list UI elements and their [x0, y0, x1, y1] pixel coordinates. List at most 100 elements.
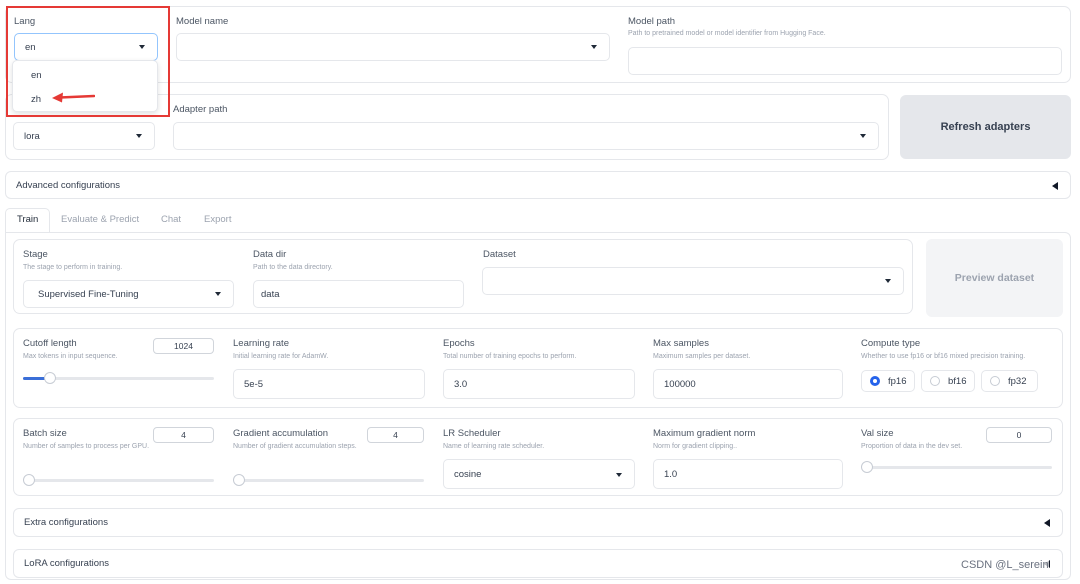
batch-size-slider[interactable] [23, 474, 214, 486]
gradient-accumulation-number[interactable]: 4 [367, 427, 424, 443]
batch-size-label: Batch size [23, 428, 67, 439]
model-path-input[interactable] [628, 47, 1062, 75]
dataset-label: Dataset [483, 249, 516, 260]
stage-label: Stage [23, 249, 48, 260]
cutoff-length-slider-fill [23, 377, 46, 380]
tab-evaluate-predict[interactable]: Evaluate & Predict [61, 214, 139, 225]
batch-size-block: Batch size Number of samples to process … [16, 421, 222, 493]
advanced-configurations-label: Advanced configurations [16, 179, 121, 191]
epochs-block: Epochs Total number of training epochs t… [436, 331, 642, 405]
val-size-description: Proportion of data in the dev set. [861, 443, 963, 450]
gradient-accumulation-slider-thumb[interactable] [233, 474, 245, 486]
compute-type-radio-fp16[interactable]: fp16 [861, 370, 915, 392]
gradient-accumulation-block: Gradient accumulation Number of gradient… [226, 421, 432, 493]
stage-description: The stage to perform in training. [23, 264, 123, 271]
compute-type-block: Compute type Whether to use fp16 or bf16… [854, 331, 1060, 405]
max-grad-norm-block: Maximum gradient norm Norm for gradient … [646, 421, 850, 493]
lr-scheduler-select[interactable]: cosine [443, 459, 635, 489]
radio-unselected-icon [990, 376, 1000, 386]
red-highlight-box [6, 6, 170, 117]
lora-configurations-label: LoRA configurations [24, 558, 110, 569]
max-samples-block: Max samples Maximum samples per dataset.… [646, 331, 850, 405]
val-size-block: Val size Proportion of data in the dev s… [854, 421, 1060, 493]
extra-configurations-label: Extra configurations [24, 517, 108, 528]
compute-type-radio-bf16[interactable]: bf16 [921, 370, 975, 392]
max-grad-norm-description: Norm for gradient clipping.. [653, 443, 738, 450]
finetuning-method-select[interactable]: lora [13, 122, 155, 150]
radio-unselected-icon [930, 376, 940, 386]
gradient-accumulation-description: Number of gradient accumulation steps. [233, 443, 357, 450]
stage-block: Stage The stage to perform in training. … [16, 242, 240, 312]
model-path-description: Path to pretrained model or model identi… [628, 30, 826, 37]
gradient-accumulation-slider[interactable] [233, 474, 424, 486]
lr-scheduler-description: Name of learning rate scheduler. [443, 443, 545, 450]
model-name-block: Model name [170, 9, 618, 79]
compute-type-description: Whether to use fp16 or bf16 mixed precis… [861, 353, 1026, 360]
tab-train[interactable]: Train [17, 214, 38, 225]
adapter-path-select[interactable] [173, 122, 879, 150]
extra-configurations-accordion[interactable]: Extra configurations [13, 508, 1063, 537]
compute-type-option-label: fp32 [1008, 375, 1027, 387]
collapse-triangle-icon [1052, 182, 1058, 190]
learning-rate-block: Learning rate Initial learning rate for … [226, 331, 432, 405]
adapter-path-block: Adapter path [166, 97, 886, 157]
chevron-down-icon [860, 134, 866, 138]
adapter-path-label: Adapter path [173, 104, 228, 115]
max-samples-description: Maximum samples per dataset. [653, 353, 751, 360]
val-size-number[interactable]: 0 [986, 427, 1052, 443]
data-dir-description: Path to the data directory. [253, 264, 333, 271]
lr-scheduler-block: LR Scheduler Name of learning rate sched… [436, 421, 642, 493]
model-path-block: Model path Path to pretrained model or m… [622, 9, 1068, 79]
val-size-slider-thumb[interactable] [861, 461, 873, 473]
refresh-adapters-button[interactable]: Refresh adapters [900, 95, 1071, 159]
batch-size-slider-thumb[interactable] [23, 474, 35, 486]
model-name-select[interactable] [176, 33, 610, 61]
stage-select[interactable]: Supervised Fine-Tuning [23, 280, 234, 308]
compute-type-radio-fp32[interactable]: fp32 [981, 370, 1038, 392]
chevron-down-icon [616, 473, 622, 477]
watermark: CSDN @L_serein [961, 559, 1049, 571]
cutoff-length-block: Cutoff length Max tokens in input sequen… [16, 331, 222, 405]
cutoff-length-label: Cutoff length [23, 338, 77, 349]
learning-rate-input[interactable]: 5e-5 [233, 369, 425, 399]
finetuning-method-value: lora [24, 130, 40, 142]
lora-configurations-accordion[interactable]: LoRA configurations [13, 549, 1063, 578]
val-size-label: Val size [861, 428, 894, 439]
max-grad-norm-label: Maximum gradient norm [653, 428, 756, 439]
preview-dataset-button[interactable]: Preview dataset [926, 239, 1063, 317]
data-dir-label: Data dir [253, 249, 287, 260]
data-dir-block: Data dir Path to the data directory. dat… [244, 242, 470, 312]
chevron-down-icon [136, 134, 142, 138]
cutoff-length-slider[interactable] [23, 372, 214, 384]
max-grad-norm-input[interactable]: 1.0 [653, 459, 843, 489]
max-samples-label: Max samples [653, 338, 709, 349]
batch-size-description: Number of samples to process per GPU. [23, 443, 150, 450]
epochs-description: Total number of training epochs to perfo… [443, 353, 577, 360]
lr-scheduler-value: cosine [454, 468, 482, 480]
dataset-select[interactable] [482, 267, 904, 295]
stage-select-value: Supervised Fine-Tuning [38, 288, 139, 300]
tab-export[interactable]: Export [204, 214, 231, 225]
learning-rate-label: Learning rate [233, 338, 289, 349]
collapse-triangle-icon [1044, 519, 1050, 527]
data-dir-input[interactable]: data [253, 280, 464, 308]
compute-type-option-label: bf16 [948, 375, 967, 387]
learning-rate-description: Initial learning rate for AdamW. [233, 353, 329, 360]
compute-type-label: Compute type [861, 338, 921, 349]
max-samples-input[interactable]: 100000 [653, 369, 843, 399]
cutoff-length-number[interactable]: 1024 [153, 338, 214, 354]
chevron-down-icon [215, 292, 221, 296]
radio-selected-icon [870, 376, 880, 386]
epochs-input[interactable]: 3.0 [443, 369, 635, 399]
val-size-slider[interactable] [861, 461, 1052, 473]
advanced-configurations-accordion[interactable]: Advanced configurations [5, 171, 1071, 199]
dataset-block: Dataset [474, 242, 910, 312]
epochs-label: Epochs [443, 338, 475, 349]
batch-size-number[interactable]: 4 [153, 427, 214, 443]
chevron-down-icon [591, 45, 597, 49]
gradient-accumulation-label: Gradient accumulation [233, 428, 329, 439]
model-path-label: Model path [628, 16, 676, 27]
cutoff-length-description: Max tokens in input sequence. [23, 353, 118, 360]
tab-chat[interactable]: Chat [161, 214, 181, 225]
cutoff-length-slider-thumb[interactable] [43, 372, 56, 384]
